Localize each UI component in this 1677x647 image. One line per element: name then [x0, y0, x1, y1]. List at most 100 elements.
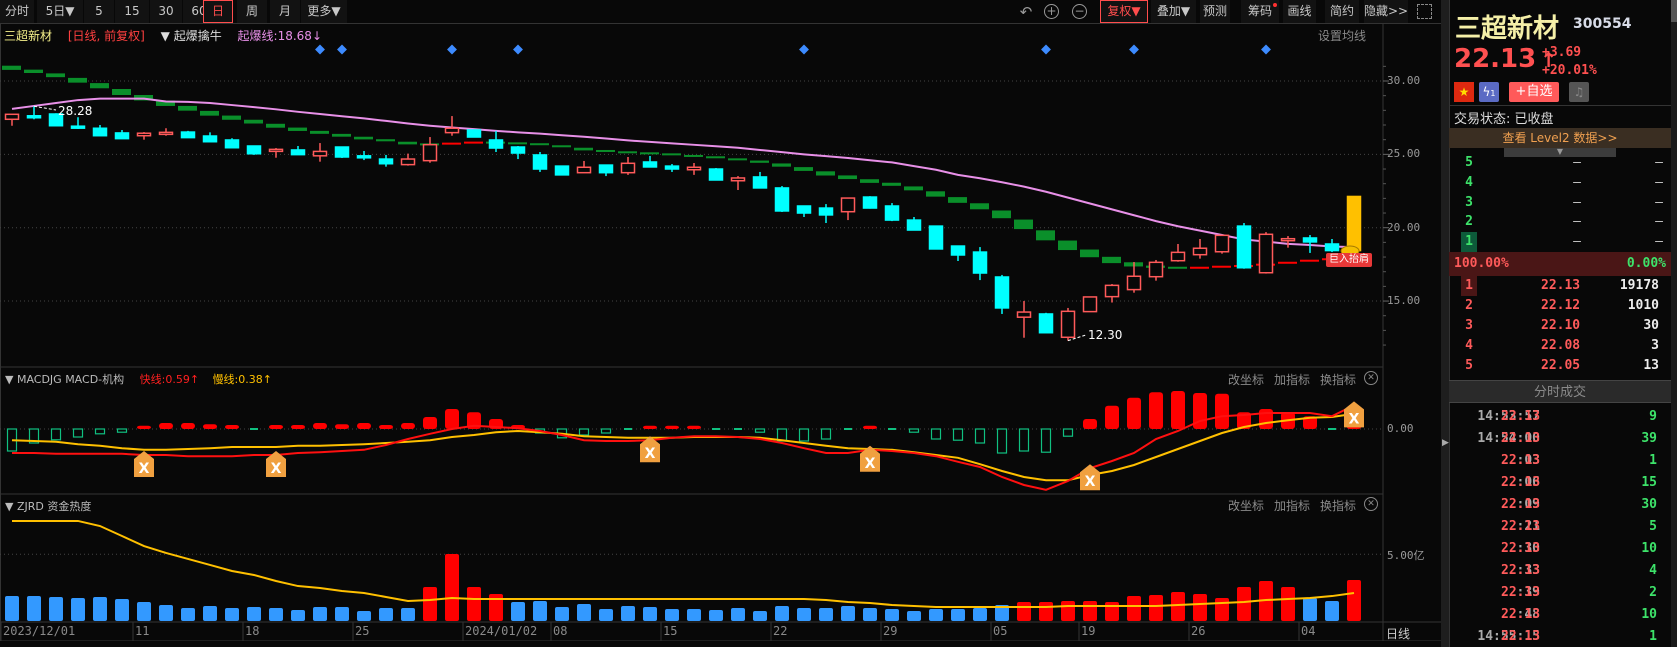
ask-row: 5 — —	[1449, 153, 1671, 173]
macd-bar	[159, 423, 173, 429]
trades-header: 分时成交	[1449, 380, 1671, 403]
signal-band-segment	[1080, 249, 1099, 258]
signal-band-segment	[178, 105, 197, 111]
signal-band-segment	[772, 163, 791, 167]
zjrd-bar	[951, 608, 965, 621]
signal-band-segment	[1014, 219, 1033, 230]
trade-price: 22.13	[1501, 541, 1541, 556]
bell-icon[interactable]: ♫	[1569, 82, 1589, 102]
zjrd-header: ▼ ZJRD 资金热度	[5, 498, 91, 514]
add-watchlist-button[interactable]: +自选	[1509, 82, 1559, 102]
macd-bar	[798, 428, 810, 442]
date-label: 11	[135, 624, 150, 638]
candle-body	[664, 165, 680, 170]
zjrd-bar	[577, 604, 591, 621]
trade-volume: 15	[1641, 475, 1657, 490]
zjrd-bar	[159, 604, 173, 621]
ask-level: 1	[1461, 232, 1477, 253]
candle-body	[620, 162, 636, 174]
quote-change: +3.69	[1542, 45, 1582, 60]
zjrd-title[interactable]: ▼ ZJRD 资金热度	[5, 500, 91, 513]
candle-body	[400, 158, 416, 166]
macd-bar	[269, 425, 283, 429]
price-tick: 30.00	[1387, 74, 1421, 87]
zjrd-bar	[775, 606, 789, 621]
right-scrollbar[interactable]	[1671, 0, 1677, 647]
zjrd-bar	[1105, 602, 1119, 621]
bid-level: 4	[1465, 338, 1473, 353]
macd-bar	[888, 428, 896, 430]
macd-bar	[250, 428, 258, 430]
candle-body	[158, 131, 174, 136]
zjrd-bar	[313, 606, 327, 621]
trade-volume: 30	[1641, 497, 1657, 512]
high-price-label: 28.28	[58, 104, 93, 118]
lightning-icon[interactable]: ϟ1	[1479, 82, 1499, 102]
zjrd-bar	[885, 608, 899, 621]
macd_panel-btn-1[interactable]: 加指标	[1274, 371, 1310, 388]
signal-band-segment	[464, 141, 483, 144]
zjrd-bar	[1039, 602, 1053, 621]
signal-band-segment	[332, 133, 351, 137]
zjrd-bar	[1281, 586, 1295, 621]
zjrd-bar	[137, 602, 151, 621]
signal-band-segment	[948, 197, 967, 203]
cross-signal-glyph: X	[139, 461, 150, 477]
ask-price: —	[1573, 214, 1581, 230]
macd_panel-btn-0[interactable]: 改坐标	[1228, 371, 1264, 388]
macd-header: ▼ MACDJG MACD-机构 快线:0.59↑ 慢线:0.38↑	[5, 371, 272, 387]
signal-band-segment	[68, 77, 87, 83]
macd-bar	[952, 428, 964, 441]
signal-band-segment	[376, 139, 395, 142]
buy-ratio: 100.00%	[1454, 256, 1509, 271]
date-label: 05	[993, 624, 1008, 638]
ask-volume: —	[1655, 174, 1663, 190]
zjrd-bar	[1237, 586, 1251, 621]
macd-bar	[1040, 428, 1052, 453]
candle-body	[796, 205, 812, 214]
date-label: 25	[355, 624, 370, 638]
candle-body	[378, 158, 394, 165]
price-tick: 20.00	[1387, 220, 1421, 234]
close-icon[interactable]: ✕	[1364, 497, 1378, 511]
trade-row: :33 22.13 4	[1449, 561, 1671, 581]
zjrd-bar	[1193, 594, 1207, 621]
level2-button[interactable]: 查看 Level2 数据>>	[1449, 128, 1671, 148]
bid-level: 5	[1465, 358, 1473, 373]
macd_panel-btn-2[interactable]: 换指标	[1320, 371, 1356, 388]
macd-bar	[930, 428, 942, 440]
bid-price: 22.12	[1541, 298, 1581, 313]
date-label: 08	[553, 624, 568, 638]
zjrd_panel-btn-2[interactable]: 换指标	[1320, 497, 1356, 514]
zjrd-bar	[379, 608, 393, 621]
macd-bar	[291, 425, 305, 429]
signal-band-segment	[442, 142, 461, 145]
bid-level: 2	[1465, 298, 1473, 313]
ask-level: 2	[1465, 214, 1473, 230]
date-label: 15	[663, 624, 678, 638]
signal-band-segment	[728, 158, 747, 161]
candle-body	[422, 143, 438, 162]
signal-band-segment	[552, 145, 571, 148]
macd-title[interactable]: ▼ MACDJG MACD-机构	[5, 373, 124, 386]
collapse-arrow-icon[interactable]: ▶	[1442, 438, 1449, 450]
trade-price: 22.13	[1501, 431, 1541, 446]
close-icon[interactable]: ✕	[1364, 371, 1378, 385]
signal-diamond-icon	[447, 44, 457, 55]
zjrd_panel-btn-1[interactable]: 加指标	[1274, 497, 1310, 514]
macd-bar	[1062, 428, 1074, 437]
signal-band-segment	[662, 153, 681, 156]
macd-bar	[181, 423, 195, 429]
candle-body	[356, 155, 372, 159]
candle-body	[1126, 275, 1142, 291]
panel-scrollbar[interactable]	[1441, 0, 1449, 647]
price-value: 22.13	[1454, 44, 1537, 74]
zjrd-bar	[93, 596, 107, 621]
candle-body	[466, 129, 482, 138]
kline-chart[interactable]: X X X X X X	[0, 0, 1441, 641]
zjrd-bar	[1061, 600, 1075, 621]
candle-body	[488, 139, 504, 149]
macd-slow: 慢线:0.38↑	[212, 373, 272, 386]
zjrd_panel-btn-0[interactable]: 改坐标	[1228, 497, 1264, 514]
signal-band-segment	[882, 182, 901, 186]
